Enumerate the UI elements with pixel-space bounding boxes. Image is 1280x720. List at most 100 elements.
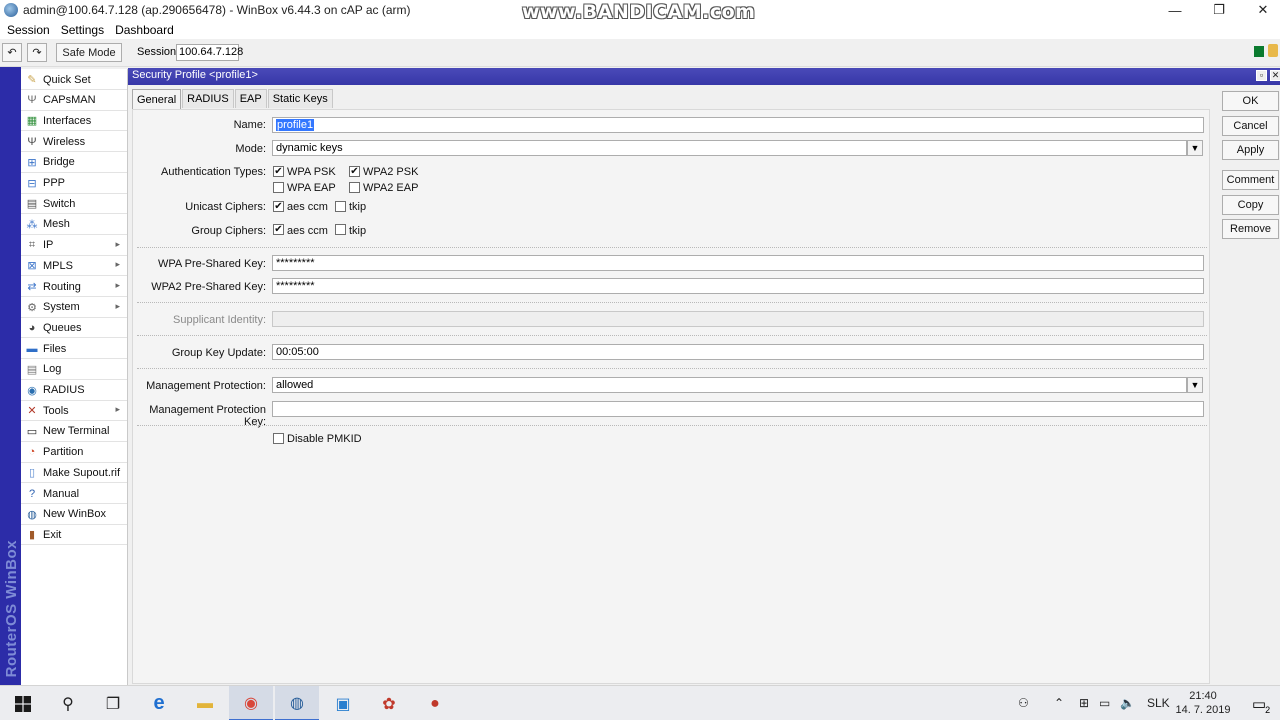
sidebar-item-label: RADIUS xyxy=(43,384,85,396)
wpa2-eap-checkbox[interactable] xyxy=(349,182,360,193)
paint-glyph-icon: ✿ xyxy=(382,695,396,713)
unicast-tkip-checkbox[interactable] xyxy=(335,201,346,212)
record-icon[interactable]: ● xyxy=(413,686,457,720)
disable-pmkid-checkbox[interactable] xyxy=(273,433,284,444)
sidebar-item-label: Queues xyxy=(43,321,82,334)
tab-general[interactable]: General xyxy=(132,89,182,109)
sidebar-item-quick-set[interactable]: ✎ Quick Set xyxy=(21,70,127,90)
sidebar-item-ppp[interactable]: ⊟ PPP xyxy=(21,174,127,194)
chrome-icon[interactable]: ◉ xyxy=(229,686,273,720)
edge-icon[interactable]: e xyxy=(137,686,181,720)
wpa-eap-checkbox[interactable] xyxy=(273,182,284,193)
battery-icon[interactable]: ▭ xyxy=(1099,696,1110,710)
sidebar-item-ip[interactable]: ⌗ IP ▸ xyxy=(21,236,127,256)
sidebar-item-routing[interactable]: ⇄ Routing ▸ xyxy=(21,277,127,297)
search-icon[interactable]: ⚲ xyxy=(46,686,90,720)
notifications-icon[interactable]: ▭ 2 xyxy=(1240,686,1278,720)
sidebar-item-new-winbox[interactable]: ◍ New WinBox xyxy=(21,505,127,525)
sidebar-item-files[interactable]: ▬ Files xyxy=(21,339,127,360)
wpa-psk-label: WPA PSK xyxy=(287,166,336,178)
sidebar-item-interfaces[interactable]: ▦ Interfaces xyxy=(21,111,127,132)
dialog-restore-icon[interactable]: ▫ xyxy=(1256,70,1267,81)
app-icon[interactable]: ▣ xyxy=(321,686,365,720)
sidebar-item-mesh[interactable]: ⁂ Mesh xyxy=(21,215,127,235)
apply-button[interactable]: Apply xyxy=(1222,140,1279,160)
sidebar-item-system[interactable]: ⚙ System ▸ xyxy=(21,298,127,318)
network-icon[interactable]: ⊞ xyxy=(1079,696,1089,710)
menu-dashboard[interactable]: Dashboard xyxy=(115,23,174,37)
sidebar-item-partition[interactable]: ◔ Partition xyxy=(21,443,127,463)
menu-session[interactable]: Session xyxy=(7,23,50,37)
mode-dropdown-icon[interactable]: ▼ xyxy=(1187,140,1203,156)
sidebar-item-exit[interactable]: ▮ Exit xyxy=(21,525,127,546)
sidebar-item-tools[interactable]: ✕ Tools ▸ xyxy=(21,401,127,422)
sidebar-item-label: CAPsMAN xyxy=(43,94,96,107)
sidebar-item-wireless[interactable]: Ψ Wireless xyxy=(21,132,127,153)
remove-button[interactable]: Remove xyxy=(1222,219,1279,239)
wpa-psk-checkbox[interactable]: ✔ xyxy=(273,166,284,177)
windows-start-icon[interactable] xyxy=(0,686,46,720)
volume-icon[interactable]: 🔈 xyxy=(1120,696,1135,710)
wpa2-psk-checkbox[interactable]: ✔ xyxy=(349,166,360,177)
language-indicator[interactable]: SLK xyxy=(1147,696,1170,710)
notifications-count: 2 xyxy=(1265,704,1271,715)
interfaces-icon: ▦ xyxy=(26,115,38,128)
people-icon[interactable]: ⚇ xyxy=(1018,696,1029,710)
comment-button[interactable]: Comment xyxy=(1222,170,1279,190)
name-field[interactable]: profile1 xyxy=(272,117,1204,133)
mode-select[interactable]: dynamic keys xyxy=(272,140,1187,156)
group-key-update-field[interactable]: 00:05:00 xyxy=(272,344,1204,360)
terminal-icon: ▭ xyxy=(26,425,38,438)
paint-icon[interactable]: ✿ xyxy=(367,686,411,720)
cancel-button[interactable]: Cancel xyxy=(1222,116,1279,136)
radius-icon: ◉ xyxy=(27,384,37,397)
auth-types-label: Authentication Types: xyxy=(161,166,266,178)
undo-button[interactable]: ↶ xyxy=(2,43,22,62)
clock[interactable]: 21:40 14. 7. 2019 xyxy=(1168,689,1238,717)
ok-button[interactable]: OK xyxy=(1222,91,1279,111)
management-protection-dropdown-icon[interactable]: ▼ xyxy=(1187,377,1203,393)
redo-button[interactable]: ↷ xyxy=(27,43,47,62)
sidebar-item-make-supout-rif[interactable]: ▯ Make Supout.rif xyxy=(21,463,127,484)
sidebar-item-bridge[interactable]: ⊞ Bridge xyxy=(21,153,127,173)
winbox-icon[interactable]: ◍ xyxy=(275,686,319,720)
general-form-panel xyxy=(132,109,1210,684)
file-explorer-icon[interactable]: ▬ xyxy=(183,686,227,720)
sidebar-item-switch[interactable]: ▤ Switch xyxy=(21,194,127,215)
sidebar-item-radius[interactable]: ◉ RADIUS xyxy=(21,381,127,401)
clock-date: 14. 7. 2019 xyxy=(1175,704,1231,716)
wpa2-psk-key-field[interactable]: ********* xyxy=(272,278,1204,294)
menu-settings[interactable]: Settings xyxy=(61,23,104,37)
tab-static-keys[interactable]: Static Keys xyxy=(267,89,333,108)
group-aes-checkbox[interactable]: ✔ xyxy=(273,224,284,235)
management-protection-select[interactable]: allowed xyxy=(272,377,1187,393)
copy-button[interactable]: Copy xyxy=(1222,195,1279,215)
antenna-icon: Ψ xyxy=(27,94,37,107)
tab-eap[interactable]: EAP xyxy=(234,89,267,108)
bridge-icon: ⊞ xyxy=(27,156,37,169)
minimize-button[interactable]: — xyxy=(1155,0,1195,20)
chevron-up-icon[interactable]: ⌃ xyxy=(1054,696,1064,710)
sidebar-item-label: Log xyxy=(43,363,62,376)
submenu-arrow-icon: ▸ xyxy=(115,259,120,270)
sidebar-item-label: Manual xyxy=(43,487,80,500)
session-field[interactable]: 100.64.7.128 xyxy=(176,44,243,61)
sidebar-item-manual[interactable]: ? Manual xyxy=(21,484,127,504)
management-protection-key-field[interactable] xyxy=(272,401,1204,417)
separator xyxy=(137,302,1207,303)
wpa-psk-key-field[interactable]: ********* xyxy=(272,255,1204,271)
sidebar-item-log[interactable]: ▤ Log xyxy=(21,360,127,380)
sidebar-item-capsman[interactable]: Ψ CAPsMAN xyxy=(21,91,127,111)
tab-radius[interactable]: RADIUS xyxy=(182,89,234,108)
task-view-icon[interactable]: ❐ xyxy=(91,686,135,720)
maximize-button[interactable]: ❐ xyxy=(1199,0,1239,20)
safe-mode-button[interactable]: Safe Mode xyxy=(56,43,122,62)
sidebar-item-new-terminal[interactable]: ▭ New Terminal xyxy=(21,422,127,442)
unicast-aes-checkbox[interactable]: ✔ xyxy=(273,201,284,212)
dialog-close-icon[interactable]: ✕ xyxy=(1270,70,1280,81)
sidebar-item-queues[interactable]: ◕ Queues xyxy=(21,318,127,339)
close-button[interactable]: ✕ xyxy=(1243,0,1280,20)
sidebar-item-mpls[interactable]: ⊠ MPLS ▸ xyxy=(21,256,127,277)
unicast-ciphers-label: Unicast Ciphers: xyxy=(185,201,266,213)
group-tkip-checkbox[interactable] xyxy=(335,224,346,235)
